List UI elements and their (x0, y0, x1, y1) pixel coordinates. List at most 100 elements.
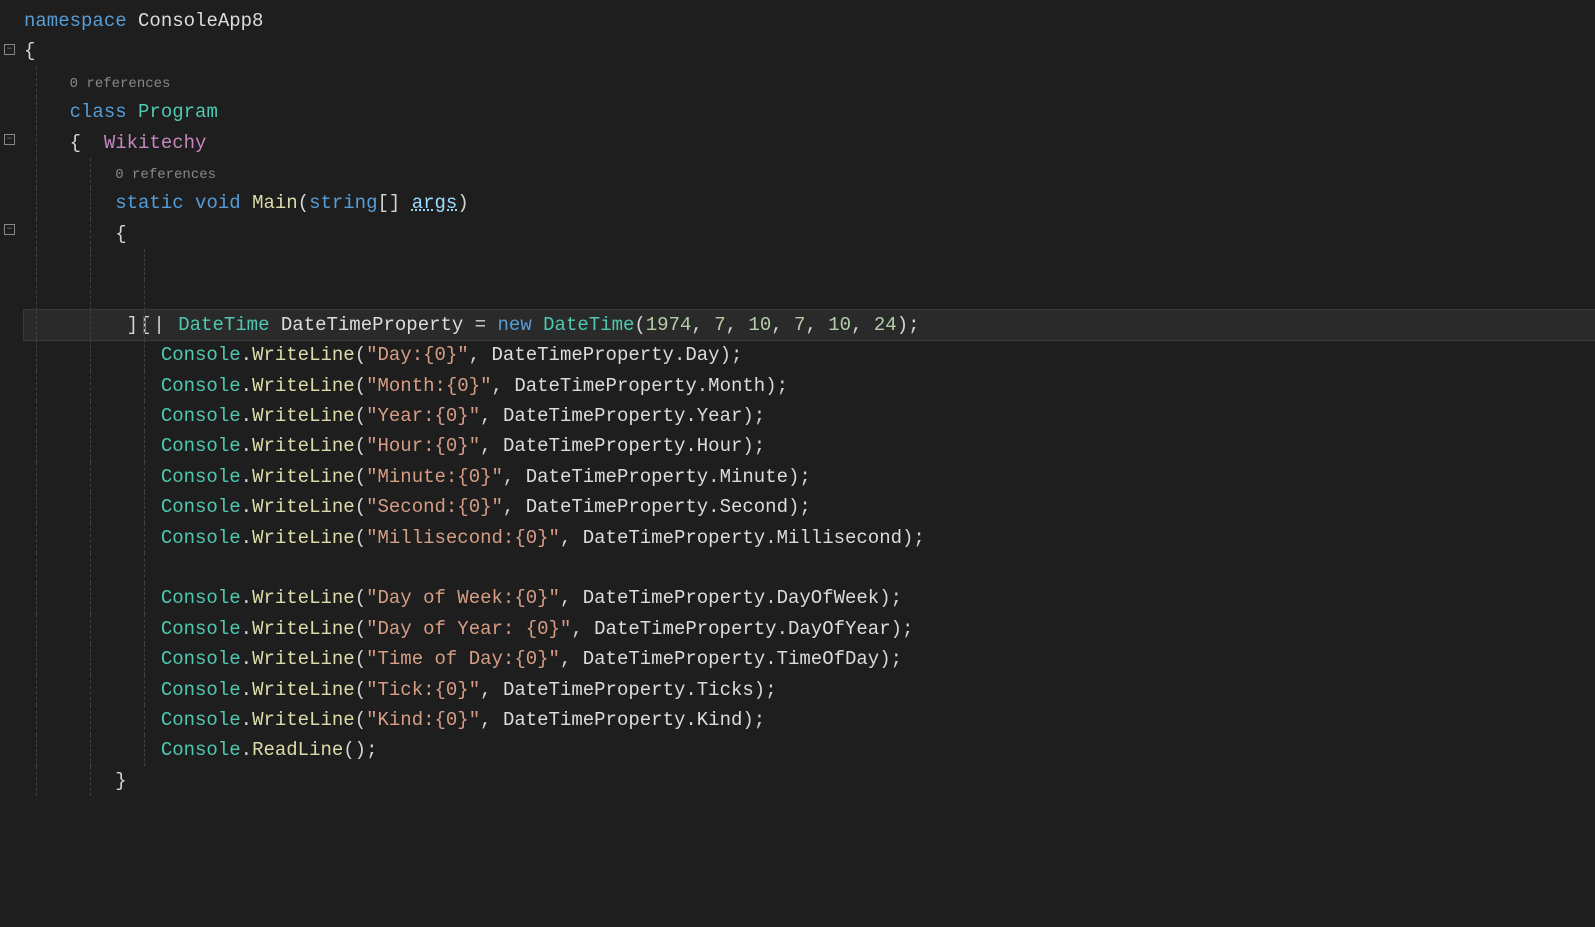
brace-open: { (115, 223, 126, 245)
string-literal: "Tick:{0}" (366, 679, 480, 701)
string-literal: "Kind:{0}" (366, 709, 480, 731)
code-lens-references[interactable]: 0 references (115, 167, 216, 183)
property-name: Year (697, 405, 743, 427)
paren-close: ); (897, 314, 920, 336)
code-editor[interactable]: − − − namespace ConsoleApp8{ 0 reference… (0, 0, 1595, 796)
parens: (); (343, 739, 377, 761)
string-literal: "Millisecond:{0}" (366, 527, 560, 549)
paren-open: ( (355, 618, 366, 640)
comma: , (480, 679, 503, 701)
type-console: Console (161, 648, 241, 670)
comma: , (851, 314, 874, 336)
type-console: Console (161, 466, 241, 488)
method-writeline: WriteLine (252, 587, 355, 609)
paren-close: ); (742, 405, 765, 427)
string-literal: "Day of Year: {0}" (366, 618, 571, 640)
dot: . (765, 587, 776, 609)
annotation-label: Wikitechy (104, 132, 207, 154)
number-literal: 1974 (646, 314, 692, 336)
paren-open: ( (355, 435, 366, 457)
string-literal: "Day of Week:{0}" (366, 587, 560, 609)
string-literal: "Day:{0}" (366, 344, 469, 366)
variable-ref: DateTimeProperty (514, 375, 696, 397)
dot: . (685, 679, 696, 701)
fold-icon[interactable]: − (4, 134, 15, 145)
comma: , (480, 405, 503, 427)
keyword-class: class (70, 101, 127, 123)
comma: , (805, 314, 828, 336)
comma: , (503, 496, 526, 518)
variable-ref: DateTimeProperty (492, 344, 674, 366)
paren-close: ); (742, 709, 765, 731)
paren-open: ( (355, 466, 366, 488)
keyword-namespace: namespace (24, 10, 127, 32)
variable-ref: DateTimeProperty (503, 405, 685, 427)
paren-open: ( (355, 679, 366, 701)
string-literal: "Minute:{0}" (366, 466, 503, 488)
dot: . (765, 527, 776, 549)
dot: . (241, 344, 252, 366)
paren-close: ) (457, 192, 468, 214)
paren-open: ( (355, 709, 366, 731)
text-cursor: ][| (127, 310, 167, 340)
variable-name: DateTimeProperty (281, 314, 463, 336)
dot: . (674, 344, 685, 366)
brace-open: { (24, 40, 35, 62)
type-console: Console (161, 679, 241, 701)
property-name: DayOfYear (788, 618, 891, 640)
fold-icon[interactable]: − (4, 44, 15, 55)
comma: , (560, 648, 583, 670)
variable-ref: DateTimeProperty (583, 648, 765, 670)
paren-open: ( (355, 375, 366, 397)
dot: . (685, 435, 696, 457)
dot: . (241, 648, 252, 670)
method-writeline: WriteLine (252, 466, 355, 488)
method-writeline: WriteLine (252, 679, 355, 701)
keyword-static: static (115, 192, 183, 214)
code-area[interactable]: namespace ConsoleApp8{ 0 references clas… (24, 6, 1595, 796)
method-writeline: WriteLine (252, 496, 355, 518)
code-lens-references[interactable]: 0 references (70, 76, 171, 92)
variable-ref: DateTimeProperty (526, 466, 708, 488)
method-writeline: WriteLine (252, 435, 355, 457)
paren-close: ); (891, 618, 914, 640)
type-datetime: DateTime (543, 314, 634, 336)
comma: , (492, 375, 515, 397)
type-console: Console (161, 435, 241, 457)
class-name: Program (138, 101, 218, 123)
comma: , (560, 527, 583, 549)
paren-close: ); (879, 648, 902, 670)
property-name: Month (708, 375, 765, 397)
comma: , (503, 466, 526, 488)
paren-close: ); (788, 466, 811, 488)
paren-close: ); (720, 344, 743, 366)
paren-open: ( (298, 192, 309, 214)
keyword-new: new (498, 314, 532, 336)
dot: . (685, 405, 696, 427)
paren-close: ); (879, 587, 902, 609)
dot: . (685, 709, 696, 731)
dot: . (765, 648, 776, 670)
comma: , (480, 435, 503, 457)
method-writeline: WriteLine (252, 709, 355, 731)
property-name: Millisecond (777, 527, 902, 549)
dot: . (241, 679, 252, 701)
type-console: Console (161, 496, 241, 518)
type-datetime: DateTime (178, 314, 269, 336)
comma: , (560, 587, 583, 609)
type-console: Console (161, 739, 241, 761)
type-console: Console (161, 587, 241, 609)
type-console: Console (161, 344, 241, 366)
type-console: Console (161, 375, 241, 397)
method-writeline: WriteLine (252, 527, 355, 549)
param-args: args (412, 192, 458, 214)
variable-ref: DateTimeProperty (526, 496, 708, 518)
paren-open: ( (355, 587, 366, 609)
array-brackets: [] (378, 192, 401, 214)
number-literal: 24 (874, 314, 897, 336)
fold-icon[interactable]: − (4, 224, 15, 235)
keyword-void: void (195, 192, 241, 214)
number-literal: 10 (828, 314, 851, 336)
comma: , (691, 314, 714, 336)
paren-open: ( (355, 496, 366, 518)
